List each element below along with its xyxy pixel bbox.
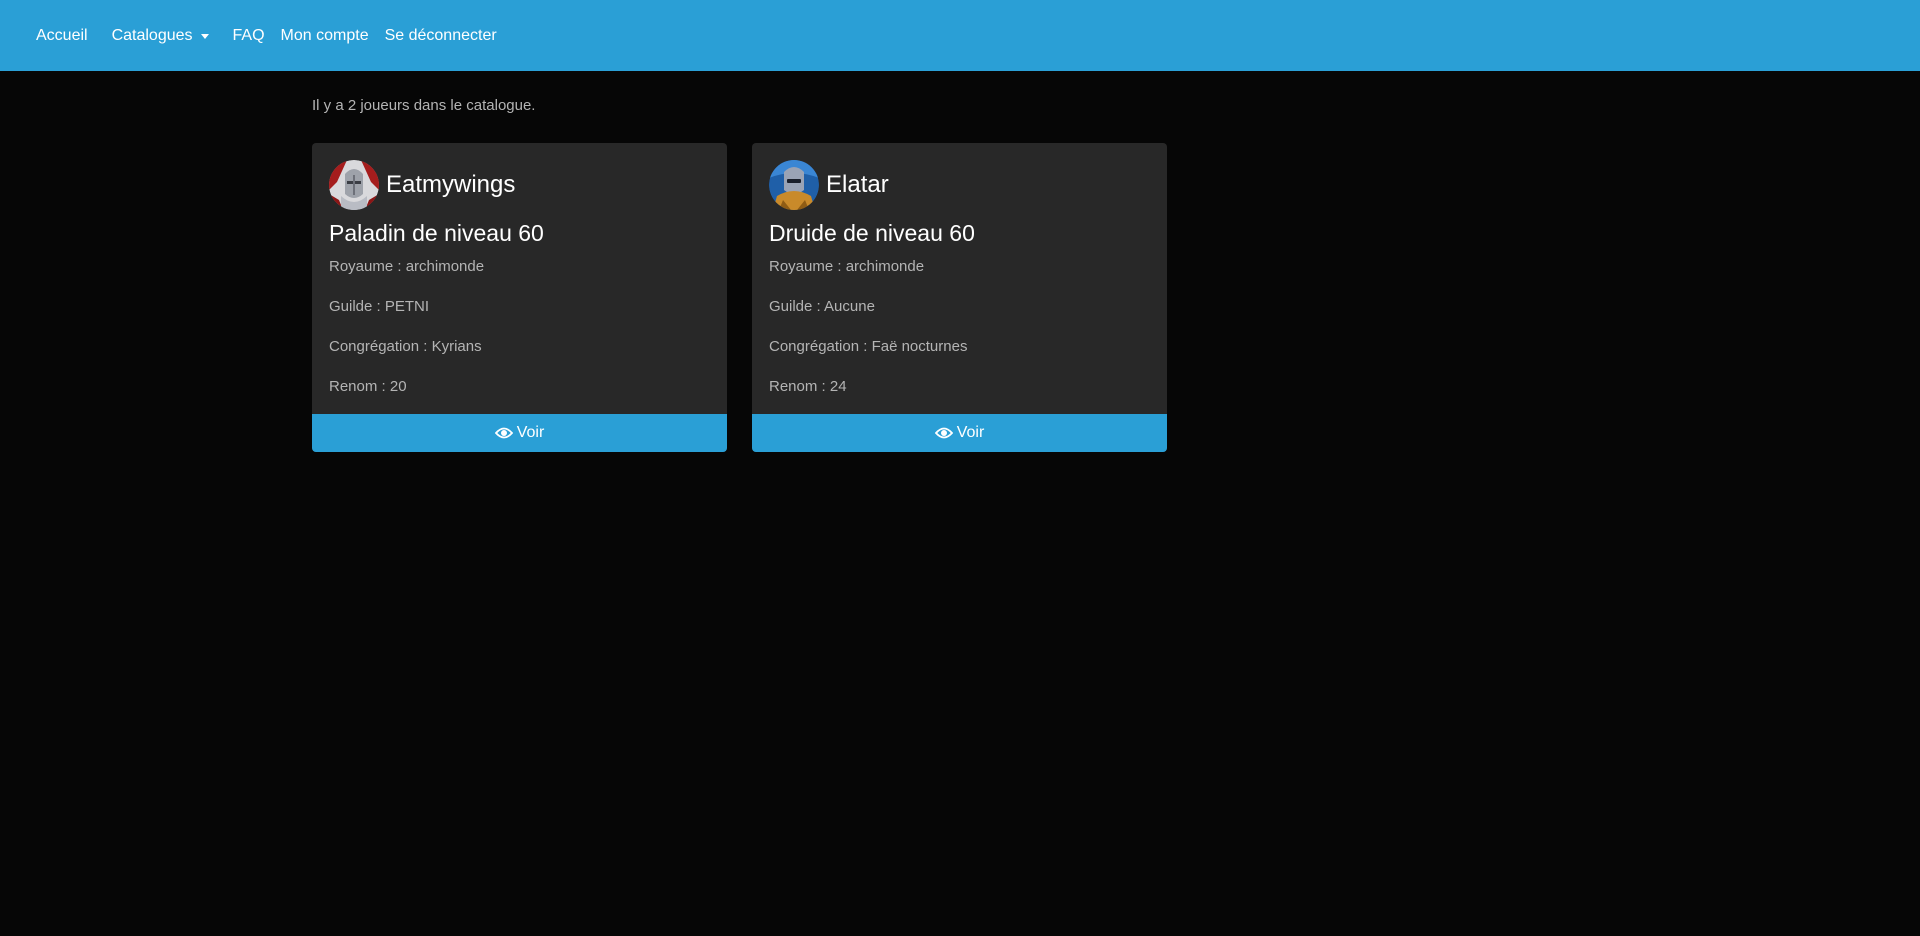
player-card-list: Eatmywings Paladin de niveau 60 Royaume … bbox=[312, 143, 1192, 452]
eye-icon bbox=[934, 426, 953, 440]
paladin-portrait-icon bbox=[329, 160, 379, 210]
chevron-down-icon bbox=[200, 33, 209, 39]
player-name: Elatar bbox=[826, 171, 889, 198]
player-guild: Guilde : PETNI bbox=[329, 298, 430, 315]
druid-portrait-icon bbox=[769, 160, 819, 210]
eye-icon bbox=[494, 426, 513, 440]
player-renown: Renom : 20 bbox=[329, 378, 407, 395]
player-covenant: Congrégation : Kyrians bbox=[329, 338, 482, 355]
view-player-button[interactable]: Voir bbox=[312, 414, 727, 452]
player-card: Eatmywings Paladin de niveau 60 Royaume … bbox=[312, 143, 727, 452]
player-card-header: Elatar bbox=[769, 159, 1150, 211]
top-navbar: Accueil Catalogues FAQ Mon compte Se déc… bbox=[0, 0, 1920, 71]
player-card: Elatar Druide de niveau 60 Royaume : arc… bbox=[752, 143, 1167, 452]
player-guild: Guilde : Aucune bbox=[769, 298, 875, 315]
avatar bbox=[329, 160, 379, 210]
player-class-title: Druide de niveau 60 bbox=[769, 220, 975, 246]
catalogue-summary: Il y a 2 joueurs dans le catalogue. bbox=[312, 97, 536, 114]
avatar bbox=[769, 160, 819, 210]
nav-catalogues-dropdown[interactable]: Catalogues bbox=[112, 27, 209, 45]
view-player-button-label: Voir bbox=[956, 424, 985, 441]
player-class-title: Paladin de niveau 60 bbox=[329, 220, 544, 246]
nav-catalogues-label: Catalogues bbox=[111, 26, 193, 44]
nav-home-link[interactable]: Accueil bbox=[36, 27, 88, 45]
view-player-button[interactable]: Voir bbox=[752, 414, 1167, 452]
player-realm: Royaume : archimonde bbox=[769, 258, 925, 275]
nav-logout-link[interactable]: Se déconnecter bbox=[385, 27, 497, 45]
player-covenant: Congrégation : Faë nocturnes bbox=[769, 338, 968, 355]
player-realm: Royaume : archimonde bbox=[329, 258, 485, 275]
player-renown: Renom : 24 bbox=[769, 378, 847, 395]
nav-faq-link[interactable]: FAQ bbox=[233, 27, 265, 45]
view-player-button-label: Voir bbox=[516, 424, 545, 441]
player-card-header: Eatmywings bbox=[329, 159, 710, 211]
main-content: Il y a 2 joueurs dans le catalogue. Eatm… bbox=[312, 96, 1608, 452]
player-name: Eatmywings bbox=[386, 171, 516, 198]
nav-account-link[interactable]: Mon compte bbox=[281, 27, 369, 45]
